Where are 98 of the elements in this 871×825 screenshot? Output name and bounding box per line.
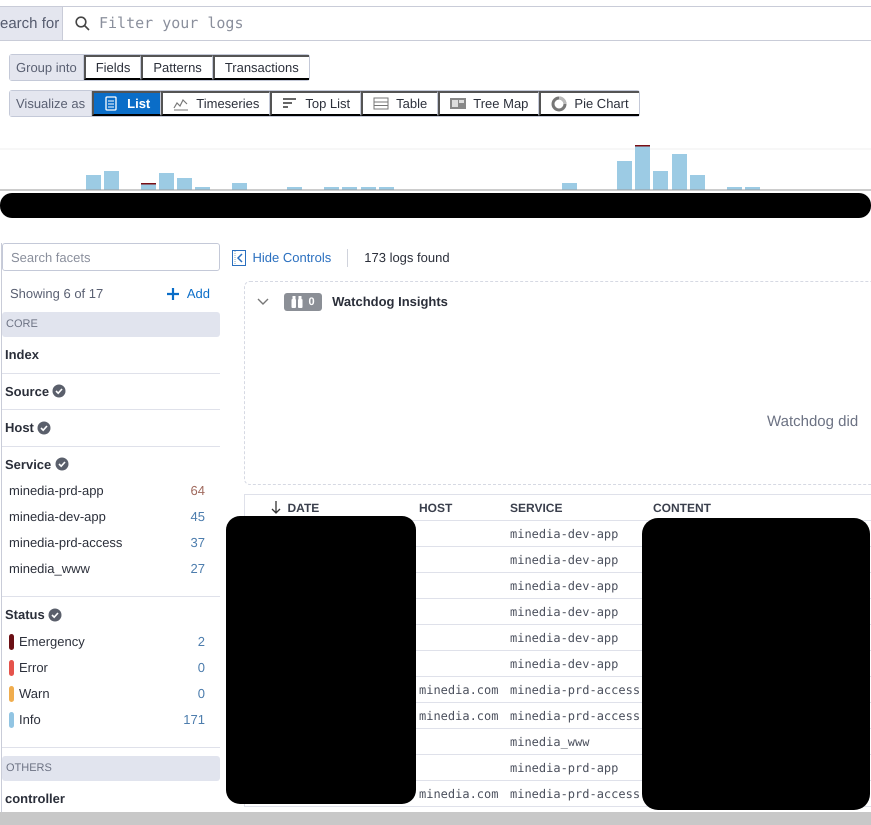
column-header[interactable]: CONTENT bbox=[653, 498, 711, 516]
section-header: CORE bbox=[2, 312, 220, 337]
facet-search-field[interactable]: Search facets bbox=[2, 243, 220, 271]
column-header[interactable]: HOST bbox=[419, 498, 452, 516]
horizontal-scrollbar[interactable] bbox=[0, 812, 871, 825]
service-cell: minedia-dev-app bbox=[510, 578, 618, 592]
facet-value-label: Error bbox=[19, 658, 48, 677]
facet-value-count: 64 bbox=[190, 482, 205, 500]
add-facet-link[interactable]: Add bbox=[166, 284, 210, 304]
facet-value-row[interactable]: Emergency 2 bbox=[5, 628, 217, 654]
tree-map-icon bbox=[450, 96, 466, 112]
facet-value-label: Emergency bbox=[19, 632, 85, 651]
collapse-panel-icon bbox=[232, 250, 246, 266]
facet-value-label: Info bbox=[19, 710, 41, 729]
watchdog-message: Watchdog did bbox=[767, 412, 860, 432]
facet-title[interactable]: Service bbox=[5, 454, 52, 474]
column-header[interactable]: SERVICE bbox=[510, 498, 562, 516]
facet-value-count: 0 bbox=[198, 684, 205, 703]
facet-value-row[interactable]: Error 0 bbox=[5, 654, 217, 680]
group-label: Group into bbox=[10, 55, 84, 80]
plus-icon bbox=[166, 287, 180, 301]
histogram-bar bbox=[635, 145, 650, 190]
host-cell: minedia.com bbox=[419, 682, 498, 696]
histogram-bar bbox=[379, 187, 394, 190]
search-label: earch for bbox=[0, 7, 63, 40]
facet-value-row[interactable]: minedia-prd-app 64 bbox=[5, 478, 217, 504]
histogram-bar bbox=[287, 187, 302, 190]
view-option-tab[interactable]: Transactions bbox=[212, 55, 309, 80]
watchdog-title: Watchdog Insights bbox=[332, 293, 448, 311]
histogram-bar bbox=[324, 187, 339, 190]
view-option-tab[interactable]: Timeseries bbox=[161, 91, 270, 116]
host-cell: minedia.com bbox=[419, 708, 498, 722]
service-cell: minedia-prd-access bbox=[510, 682, 640, 696]
view-option-tab[interactable]: Pie Chart bbox=[539, 91, 639, 116]
histogram-bar bbox=[86, 175, 101, 190]
service-cell: minedia-prd-app bbox=[510, 760, 618, 774]
facet-value-count: 2 bbox=[198, 632, 205, 651]
facet-value-label: minedia-prd-app bbox=[9, 482, 104, 500]
facet-value-label: minedia-prd-access bbox=[9, 534, 122, 552]
facet-value-row[interactable]: Warn 0 bbox=[5, 680, 217, 706]
histogram-bar bbox=[653, 171, 668, 190]
service-cell: minedia-dev-app bbox=[510, 604, 618, 618]
service-cell: minedia-dev-app bbox=[510, 656, 618, 670]
histogram-bar bbox=[195, 187, 210, 190]
table-icon bbox=[373, 96, 390, 112]
histogram-bar bbox=[104, 171, 119, 190]
facet-value-label: Warn bbox=[19, 684, 50, 703]
histogram-bar bbox=[690, 175, 705, 190]
view-option-tab[interactable]: Fields bbox=[84, 55, 142, 80]
histogram-bar bbox=[232, 183, 247, 190]
binoculars-icon bbox=[290, 296, 302, 308]
facet-value-row[interactable]: minedia_www 27 bbox=[5, 556, 217, 582]
facet-value-label: minedia_www bbox=[9, 560, 90, 578]
facet-count-text: Showing 6 of 17 bbox=[10, 285, 104, 304]
service-cell: minedia-dev-app bbox=[510, 630, 618, 644]
column-header[interactable]: DATE bbox=[288, 498, 320, 516]
pie-chart-icon bbox=[551, 96, 568, 112]
log-count-text: 173 logs found bbox=[364, 249, 450, 268]
view-option-tab[interactable]: Table bbox=[361, 91, 438, 116]
facet-value-row[interactable]: Info 171 bbox=[5, 706, 217, 732]
histogram-bar bbox=[672, 154, 687, 190]
facet-value-count: 0 bbox=[198, 658, 205, 677]
facet-value-row[interactable]: minedia-dev-app 45 bbox=[5, 504, 217, 530]
view-option-tab[interactable]: Tree Map bbox=[438, 91, 540, 116]
facet-title[interactable]: Status bbox=[5, 605, 45, 624]
histogram-bar bbox=[727, 187, 742, 190]
facet-title[interactable]: Index bbox=[5, 345, 39, 364]
histogram-bar bbox=[177, 178, 192, 190]
service-cell: minedia_www bbox=[510, 734, 590, 748]
service-cell: minedia-dev-app bbox=[510, 526, 618, 540]
histogram-bar bbox=[361, 187, 376, 190]
facet-title[interactable]: Source bbox=[5, 382, 50, 401]
facet-value-label: minedia-dev-app bbox=[9, 508, 106, 526]
facet-value-row[interactable]: minedia-prd-access 37 bbox=[5, 530, 217, 556]
hide-controls-link[interactable]: Hide Controls bbox=[232, 248, 332, 268]
histogram-bar bbox=[141, 183, 156, 190]
histogram-bar bbox=[562, 183, 577, 190]
view-option-tab[interactable]: List bbox=[92, 91, 162, 116]
facet-value-count: 171 bbox=[183, 710, 205, 729]
view-option-tab[interactable]: Patterns bbox=[141, 55, 213, 80]
service-cell: minedia-prd-access bbox=[510, 786, 640, 800]
service-cell: minedia-dev-app bbox=[510, 552, 618, 566]
facet-value-count: 37 bbox=[190, 534, 205, 552]
insight-count-badge: 0 bbox=[284, 292, 322, 311]
host-cell: minedia.com bbox=[419, 786, 498, 800]
histogram-bar bbox=[617, 161, 632, 190]
histogram-bar bbox=[342, 187, 357, 190]
facet-value-count: 45 bbox=[190, 508, 205, 526]
group-label: Visualize as bbox=[10, 91, 92, 116]
sort-down-icon bbox=[271, 501, 281, 514]
service-cell: minedia-prd-access bbox=[510, 708, 640, 722]
facet-title[interactable]: controller bbox=[5, 788, 65, 808]
histogram-bar bbox=[745, 187, 760, 190]
histogram-bar bbox=[159, 173, 174, 190]
section-header: OTHERS bbox=[2, 756, 220, 780]
facet-title[interactable]: Host bbox=[5, 418, 34, 438]
view-option-tab[interactable]: Top List bbox=[270, 91, 362, 116]
facet-value-count: 27 bbox=[190, 560, 205, 578]
